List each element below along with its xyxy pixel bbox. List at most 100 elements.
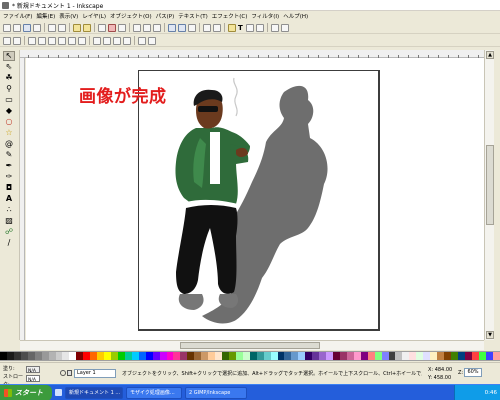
palette-swatch[interactable] (437, 352, 444, 360)
menu-effects[interactable]: エフェクト(C) (212, 12, 248, 20)
snap-intersection-button[interactable] (123, 36, 131, 45)
palette-swatch[interactable] (374, 352, 382, 360)
palette-swatch[interactable] (145, 352, 153, 360)
palette-swatch[interactable] (450, 352, 458, 360)
calligraphy-tool[interactable]: ✑ (3, 172, 15, 182)
snap-guide-button[interactable] (93, 36, 101, 45)
palette-swatch[interactable] (90, 352, 98, 360)
redo-button[interactable] (83, 23, 91, 32)
palette-swatch[interactable] (235, 352, 243, 360)
start-button[interactable]: スタート (0, 384, 52, 400)
palette-swatch[interactable] (381, 352, 389, 360)
zoom-page-button[interactable] (153, 23, 161, 32)
task-gimp[interactable]: 2 GIMP/Inkscape (185, 386, 247, 399)
snap-paths-button[interactable] (78, 36, 86, 45)
palette-swatch[interactable] (326, 352, 333, 360)
palette-swatch[interactable] (222, 352, 229, 360)
snap-page-button[interactable] (113, 36, 121, 45)
palette-swatch[interactable] (270, 352, 278, 360)
save-button[interactable] (23, 23, 31, 32)
ungroup-button[interactable] (213, 23, 221, 32)
new-document-button[interactable] (3, 23, 11, 32)
dropper-tool[interactable]: ∕ (3, 238, 15, 248)
clone-button[interactable] (178, 23, 186, 32)
snap-object-center-button[interactable] (148, 36, 156, 45)
palette-swatch[interactable] (152, 352, 160, 360)
menu-path[interactable]: パス(P) (156, 12, 175, 20)
palette-swatch[interactable] (242, 352, 250, 360)
snap-bbox-button[interactable] (13, 36, 21, 45)
preferences-button[interactable] (270, 23, 279, 32)
spray-tool[interactable]: ∴ (3, 205, 15, 215)
palette-swatch[interactable] (194, 352, 202, 360)
import-button[interactable] (48, 23, 56, 32)
menu-filters[interactable]: フィルタ(I) (251, 12, 279, 20)
palette-swatch[interactable] (319, 352, 327, 360)
tweak-tool[interactable]: ☘ (3, 73, 15, 83)
palette-swatch[interactable] (298, 352, 306, 360)
palette-swatch[interactable] (97, 352, 105, 360)
quick-launch-icon[interactable] (55, 389, 62, 396)
palette-swatch[interactable] (124, 352, 132, 360)
palette-swatch[interactable] (0, 352, 7, 360)
palette-swatch[interactable] (48, 352, 56, 360)
layer-selector[interactable]: Layer 1 (74, 369, 116, 378)
palette-swatch[interactable] (312, 352, 320, 360)
text-tool[interactable]: A (3, 194, 15, 204)
palette-swatch[interactable] (284, 352, 292, 360)
text-format-button[interactable]: T (238, 24, 243, 32)
palette-swatch[interactable] (131, 352, 139, 360)
menu-file[interactable]: ファイル(F) (3, 12, 32, 20)
zoom-drawing-button[interactable] (143, 23, 151, 32)
palette-swatch[interactable] (464, 352, 472, 360)
horizontal-scrollbar[interactable] (20, 340, 484, 350)
zoom-tool[interactable]: ⚲ (3, 84, 15, 94)
eraser-tool[interactable]: ▨ (3, 216, 15, 226)
pencil-tool[interactable]: ✎ (3, 150, 15, 160)
horizontal-scroll-thumb[interactable] (180, 342, 320, 349)
palette-swatch[interactable] (180, 352, 188, 360)
palette-swatch[interactable] (34, 352, 42, 360)
palette-swatch[interactable] (263, 352, 271, 360)
layer-visibility-icon[interactable] (60, 370, 66, 376)
palette-swatch[interactable] (41, 352, 49, 360)
menu-object[interactable]: オブジェクト(O) (110, 12, 152, 20)
xml-editor-button[interactable] (245, 23, 254, 32)
duplicate-button[interactable] (168, 23, 176, 32)
palette-swatch[interactable] (291, 352, 299, 360)
palette-swatch[interactable] (83, 352, 91, 360)
menu-help[interactable]: ヘルプ(H) (283, 12, 308, 20)
palette-swatch[interactable] (416, 352, 424, 360)
palette-swatch[interactable] (104, 352, 111, 360)
palette-swatch[interactable] (395, 352, 403, 360)
fill-stroke-button[interactable] (228, 23, 236, 32)
snap-rotation-button[interactable] (138, 36, 146, 45)
stroke-indicator[interactable]: N/A (26, 375, 40, 383)
palette-swatch[interactable] (492, 352, 500, 360)
palette-swatch[interactable] (409, 352, 417, 360)
palette-swatch[interactable] (138, 352, 146, 360)
palette-swatch[interactable] (187, 352, 195, 360)
rectangle-tool[interactable]: ▭ (3, 95, 15, 105)
snap-grid-button[interactable] (103, 36, 111, 45)
palette-swatch[interactable] (27, 352, 35, 360)
palette-swatch[interactable] (117, 352, 125, 360)
menu-view[interactable]: 表示(V) (59, 12, 78, 20)
paste-button[interactable] (118, 23, 126, 32)
palette-swatch[interactable] (166, 352, 174, 360)
palette-swatch[interactable] (173, 352, 181, 360)
scroll-up-icon[interactable]: ▲ (486, 51, 494, 59)
ellipse-tool[interactable]: ○ (3, 117, 15, 127)
palette-swatch[interactable] (215, 352, 222, 360)
undo-button[interactable] (73, 23, 81, 32)
palette-swatch[interactable] (478, 352, 486, 360)
bucket-tool[interactable]: ◘ (3, 183, 15, 193)
vertical-scroll-thumb[interactable] (486, 145, 494, 225)
node-tool[interactable]: ⇖ (3, 62, 15, 72)
unlink-clone-button[interactable] (188, 23, 196, 32)
fill-indicator[interactable]: N/A (26, 366, 40, 374)
palette-swatch[interactable] (360, 352, 368, 360)
menu-layer[interactable]: レイヤ(L) (82, 12, 106, 20)
task-mosaic[interactable]: モザイク処理画像... (126, 386, 182, 399)
palette-swatch[interactable] (457, 352, 465, 360)
